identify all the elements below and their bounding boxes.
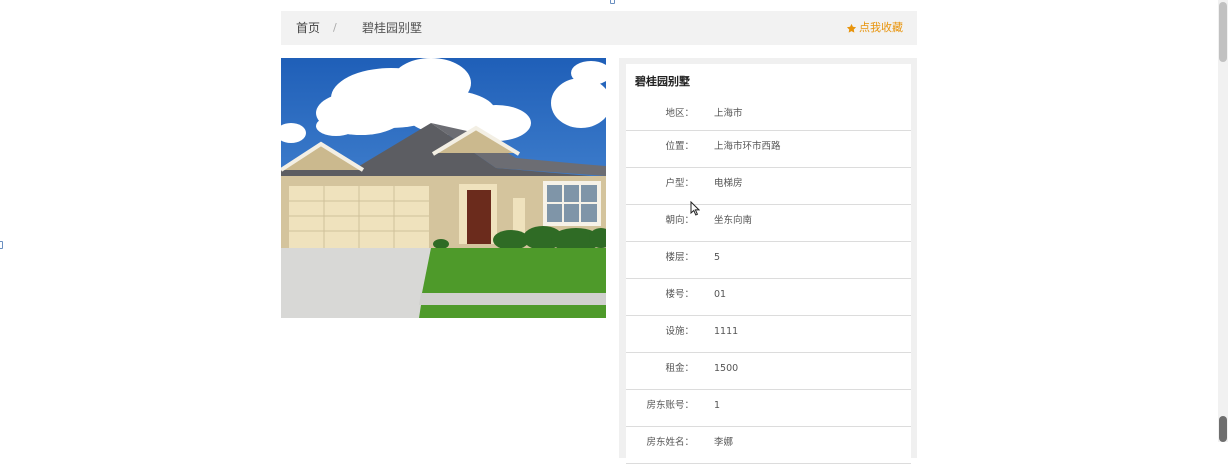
info-label: 楼层： (665, 252, 694, 263)
info-label: 朝向： (665, 215, 694, 226)
info-row-rent: 租金： 1500 (626, 353, 911, 390)
info-row-layout: 户型： 电梯房 (626, 168, 911, 205)
info-row-region: 地区： 上海市 (626, 98, 911, 131)
breadcrumb-home-link[interactable]: 首页 (296, 21, 320, 35)
breadcrumb: 首页 / 碧桂园别墅 点我收藏 (281, 11, 917, 45)
house-photo-image (281, 58, 606, 318)
info-label: 位置： (665, 141, 694, 152)
info-value: 坐东向南 (714, 215, 753, 226)
mouse-cursor-icon (690, 201, 700, 216)
info-value: 1500 (714, 363, 739, 374)
info-label: 房东账号： (646, 400, 694, 411)
house-info-panel: 碧桂园别墅 地区： 上海市 位置： 上海市环市西路 户型： 电梯房 朝向： 坐东… (619, 58, 917, 464)
favorite-label: 点我收藏 (859, 21, 903, 34)
info-row-building-number: 楼号： 01 (626, 279, 911, 316)
info-row-landlord-name: 房东姓名： 李娜 (626, 427, 911, 464)
edge-marker-left (0, 241, 3, 249)
info-label: 房东姓名： (646, 437, 694, 448)
breadcrumb-current: 碧桂园别墅 (362, 21, 423, 35)
info-value: 上海市环市西路 (714, 141, 781, 152)
scrollbar-thumb[interactable] (1219, 416, 1227, 442)
info-value: 李娜 (714, 437, 734, 448)
info-value: 上海市 (714, 108, 743, 119)
info-row-floor: 楼层： 5 (626, 242, 911, 279)
house-photo (281, 58, 606, 318)
info-value: 1 (714, 400, 721, 411)
info-label: 户型： (665, 178, 694, 189)
info-row-facilities: 设施： 1111 (626, 316, 911, 353)
page-scrollbar[interactable] (1218, 0, 1228, 442)
info-value: 电梯房 (714, 178, 743, 189)
info-value: 5 (714, 252, 721, 263)
info-label: 设施： (665, 326, 694, 337)
scrollbar-thumb-top[interactable] (1219, 2, 1227, 62)
house-info-card: 碧桂园别墅 地区： 上海市 位置： 上海市环市西路 户型： 电梯房 朝向： 坐东… (626, 64, 911, 464)
favorite-button[interactable]: 点我收藏 (846, 21, 903, 35)
info-row-landlord-account: 房东账号： 1 (626, 390, 911, 427)
info-label: 楼号： (665, 289, 694, 300)
info-row-location: 位置： 上海市环市西路 (626, 131, 911, 168)
info-row-orientation: 朝向： 坐东向南 (626, 205, 911, 242)
info-label: 租金： (665, 363, 694, 374)
edge-marker-top (610, 0, 615, 4)
info-label: 地区： (665, 108, 694, 119)
info-value: 01 (714, 289, 727, 300)
info-value: 1111 (714, 326, 739, 337)
house-info-title: 碧桂园别墅 (635, 75, 690, 88)
breadcrumb-separator: / (333, 21, 337, 34)
star-icon (846, 23, 857, 33)
